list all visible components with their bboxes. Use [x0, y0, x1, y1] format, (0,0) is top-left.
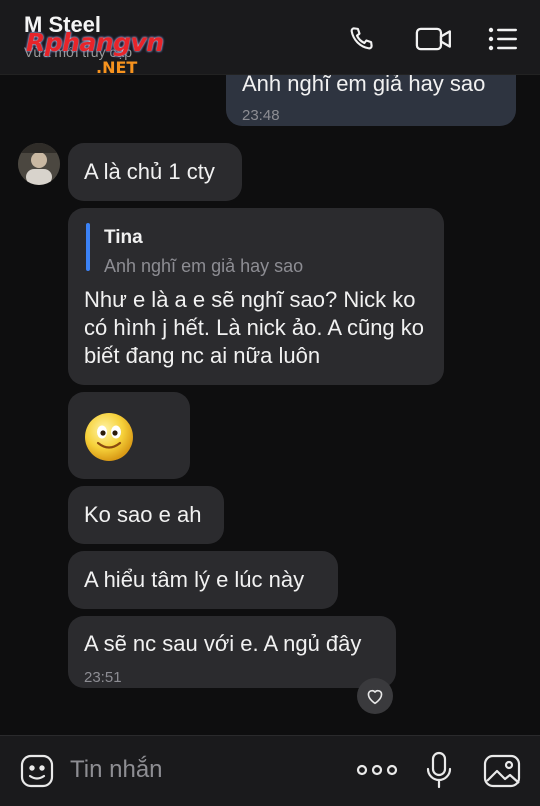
watermark-main: Rphangvn	[26, 28, 164, 57]
message-bubble-sticker[interactable]	[68, 392, 190, 479]
message-input[interactable]: Tin nhắn	[70, 756, 163, 784]
message-text: Như e là a e sẽ nghĩ sao? Nick ko có hìn…	[84, 287, 425, 368]
quoted-sender: Tina	[104, 227, 143, 248]
message-time: 23:48	[242, 107, 280, 124]
message-bubble-reply[interactable]: Tina Anh nghĩ em giả hay sao Như e là a …	[68, 208, 444, 385]
message-text: A hiểu tâm lý e lúc này	[84, 567, 305, 592]
smile-emoji-icon	[84, 412, 134, 469]
message-text: Ko sao e ah	[84, 502, 202, 527]
message-text: A là chủ 1 cty	[84, 159, 215, 184]
quoted-text: Anh nghĩ em giả hay sao	[104, 256, 304, 276]
message-time: 23:51	[84, 669, 122, 686]
menu-icon[interactable]	[486, 22, 520, 56]
message-text: A sẽ nc sau với e. A ngủ đây	[84, 631, 362, 656]
watermark-suffix: .NET	[96, 58, 138, 77]
phone-icon[interactable]	[344, 22, 378, 56]
message-bubble[interactable]: A là chủ 1 cty	[68, 143, 242, 201]
quote-bar	[86, 223, 90, 271]
watermark-logo: Rphangvn .NET	[26, 28, 164, 77]
heart-icon[interactable]	[357, 678, 393, 714]
message-bubble[interactable]: A hiểu tâm lý e lúc này	[68, 551, 338, 609]
chat-header: M Steel Vừa mới truy cập Rphangvn .NET	[0, 0, 540, 77]
sticker-icon[interactable]	[18, 752, 56, 790]
message-bubble[interactable]: A sẽ nc sau với e. A ngủ đây 23:51	[68, 616, 396, 688]
composer-bar: Tin nhắn	[0, 735, 540, 806]
image-icon[interactable]	[482, 752, 522, 790]
microphone-icon[interactable]	[424, 750, 454, 790]
message-bubble[interactable]: Ko sao e ah	[68, 486, 224, 544]
video-call-icon[interactable]	[414, 22, 454, 56]
avatar[interactable]	[18, 143, 60, 185]
more-icon[interactable]	[356, 760, 398, 780]
